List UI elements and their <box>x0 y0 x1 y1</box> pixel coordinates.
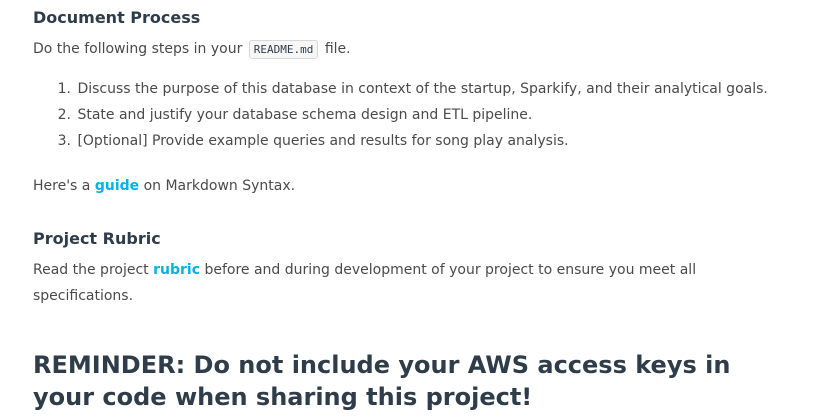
readme-code: README.md <box>248 40 319 59</box>
list-item-text: State and justify your database schema d… <box>77 107 533 123</box>
reminder-heading: REMINDER: Do not include your AWS access… <box>33 351 731 411</box>
guide-text-after: on Markdown Syntax. <box>139 178 296 194</box>
list-item-number: 2. <box>57 107 71 123</box>
document-process-heading: Document Process <box>33 8 201 27</box>
project-rubric-paragraph: Read the project rubric before and durin… <box>33 257 793 309</box>
document-process-intro: Do the following steps in your README.md… <box>33 36 351 63</box>
steps-list: 1. Discuss the purpose of this database … <box>33 76 768 154</box>
intro-text-after: file. <box>320 41 351 57</box>
list-item: 2. State and justify your database schem… <box>33 102 768 128</box>
list-item: 3. [Optional] Provide example queries an… <box>33 128 768 154</box>
guide-link[interactable]: guide <box>95 178 139 194</box>
list-item-text: Discuss the purpose of this database in … <box>77 81 768 97</box>
list-item-number: 3. <box>57 133 71 149</box>
list-item-text: [Optional] Provide example queries and r… <box>77 133 569 149</box>
guide-text-before: Here's a <box>33 178 95 194</box>
markdown-guide-paragraph: Here's a guide on Markdown Syntax. <box>33 173 295 199</box>
list-item: 1. Discuss the purpose of this database … <box>33 76 768 102</box>
rubric-link[interactable]: rubric <box>153 262 200 278</box>
list-item-number: 1. <box>57 81 71 97</box>
intro-text-before: Do the following steps in your <box>33 41 247 57</box>
project-rubric-heading: Project Rubric <box>33 229 161 248</box>
rubric-text-before: Read the project <box>33 262 154 278</box>
